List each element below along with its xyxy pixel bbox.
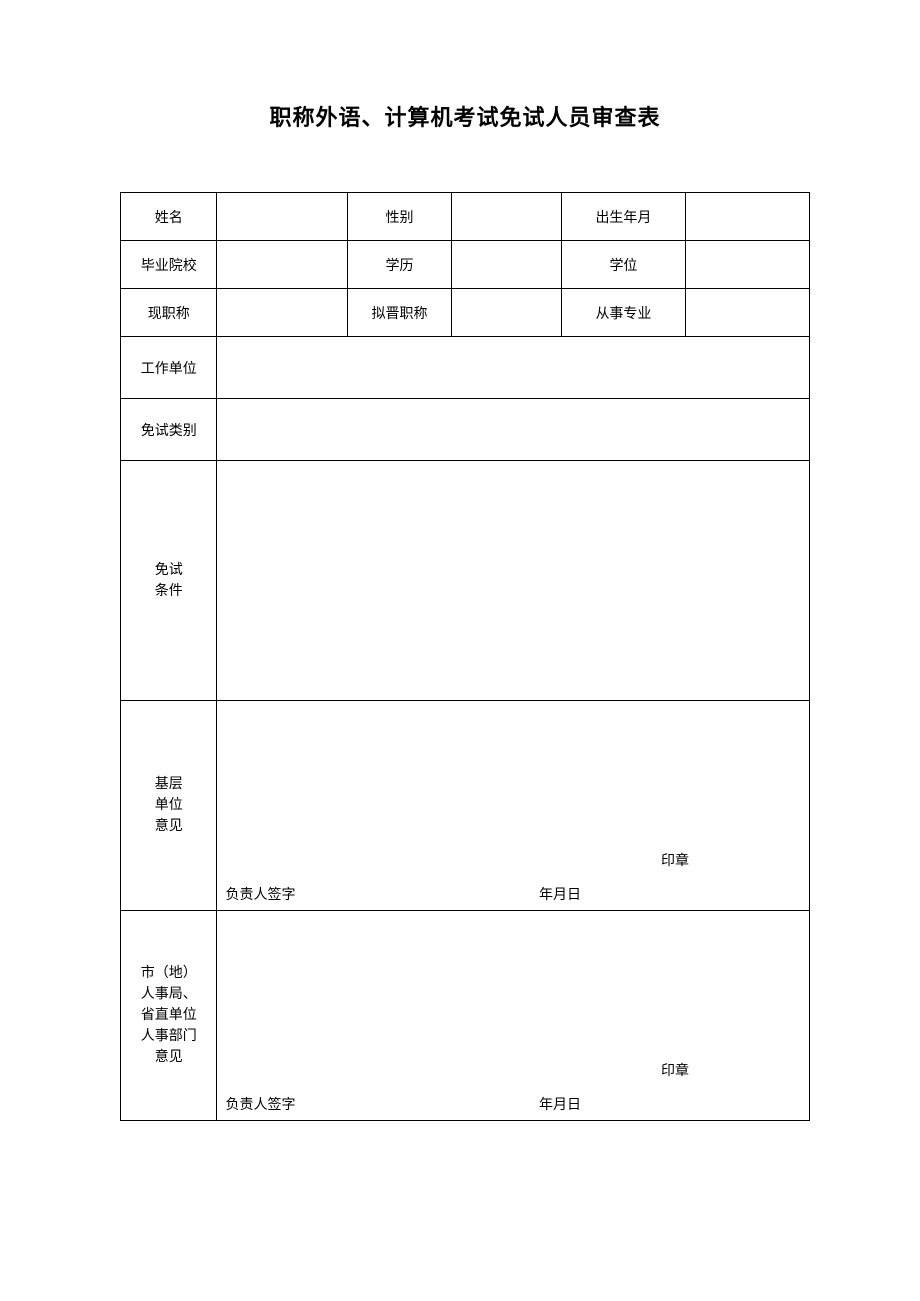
label-city-dept-opinion: 市（地） 人事局、 省直单位 人事部门 意见 (121, 911, 217, 1121)
label-gender: 性别 (348, 193, 451, 241)
table-row: 市（地） 人事局、 省直单位 人事部门 意见 印章 负责人签字 年月日 (121, 911, 810, 1121)
label-exempt-category: 免试类别 (121, 399, 217, 461)
stamp-label: 印章 (661, 850, 689, 870)
label-base-unit-opinion: 基层 单位 意见 (121, 701, 217, 911)
value-education (451, 241, 561, 289)
table-row: 免试 条件 (121, 461, 810, 701)
label-proposed-title: 拟晋职称 (348, 289, 451, 337)
sign-label: 负责人签字 (225, 884, 295, 904)
value-degree (685, 241, 809, 289)
form-table: 姓名 性别 出生年月 毕业院校 学历 学位 现职称 拟晋职称 从事专业 工作单位 (120, 192, 810, 1121)
table-row: 工作单位 (121, 337, 810, 399)
date-label: 年月日 (539, 1098, 581, 1113)
table-row: 现职称 拟晋职称 从事专业 (121, 289, 810, 337)
value-proposed-title (451, 289, 561, 337)
value-school (217, 241, 348, 289)
value-dob (685, 193, 809, 241)
value-city-dept-opinion: 印章 负责人签字 年月日 (217, 911, 810, 1121)
label-dob: 出生年月 (561, 193, 685, 241)
value-exempt-conditions (217, 461, 810, 701)
page-title: 职称外语、计算机考试免试人员审查表 (120, 100, 810, 132)
table-row: 姓名 性别 出生年月 (121, 193, 810, 241)
value-base-unit-opinion: 印章 负责人签字 年月日 (217, 701, 810, 911)
label-education: 学历 (348, 241, 451, 289)
label-school: 毕业院校 (121, 241, 217, 289)
document-page: 职称外语、计算机考试免试人员审查表 姓名 性别 出生年月 毕业院校 学历 学位 … (0, 0, 920, 1121)
label-name: 姓名 (121, 193, 217, 241)
label-degree: 学位 (561, 241, 685, 289)
value-current-title (217, 289, 348, 337)
label-major: 从事专业 (561, 289, 685, 337)
value-exempt-category (217, 399, 810, 461)
value-major (685, 289, 809, 337)
stamp-label: 印章 (661, 1060, 689, 1080)
date-label: 年月日 (539, 888, 581, 903)
value-gender (451, 193, 561, 241)
label-current-title: 现职称 (121, 289, 217, 337)
sign-label: 负责人签字 (225, 1094, 295, 1114)
label-work-unit: 工作单位 (121, 337, 217, 399)
table-row: 毕业院校 学历 学位 (121, 241, 810, 289)
label-exempt-conditions: 免试 条件 (121, 461, 217, 701)
table-row: 免试类别 (121, 399, 810, 461)
value-work-unit (217, 337, 810, 399)
value-name (217, 193, 348, 241)
table-row: 基层 单位 意见 印章 负责人签字 年月日 (121, 701, 810, 911)
